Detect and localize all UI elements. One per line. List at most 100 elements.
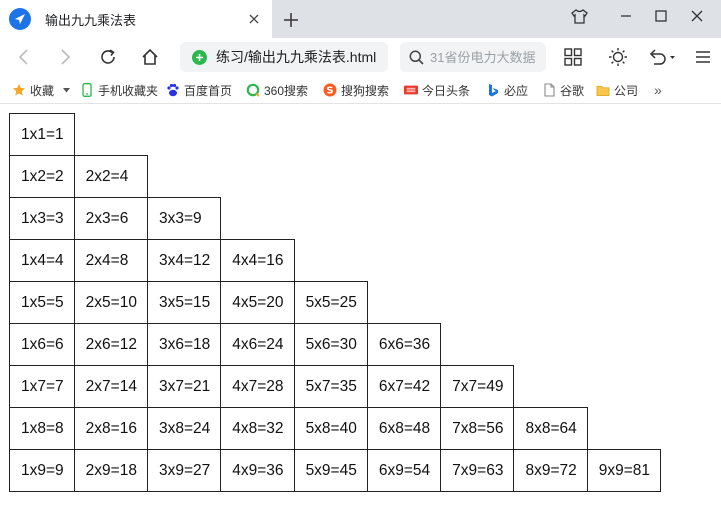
table-row: 1x1=1 bbox=[9, 113, 661, 156]
table-cell: 1x3=3 bbox=[9, 197, 75, 240]
bookmark-bing[interactable]: 必应 bbox=[486, 80, 528, 100]
grid-apps-icon[interactable] bbox=[560, 45, 586, 69]
empty-cell bbox=[74, 114, 147, 156]
empty-cell bbox=[367, 240, 440, 282]
empty-cell bbox=[514, 324, 587, 366]
empty-cell bbox=[441, 156, 514, 198]
table-row: 1x4=4 2x4=8 3x4=12 4x4=16 bbox=[9, 239, 661, 282]
table-cell: 8x9=72 bbox=[513, 449, 588, 492]
table-cell: 5x8=40 bbox=[293, 407, 368, 450]
empty-cell bbox=[367, 282, 440, 324]
maximize-icon[interactable] bbox=[647, 4, 675, 28]
bookmark-baidu[interactable]: 百度首页 bbox=[166, 80, 232, 100]
table-cell: 8x8=64 bbox=[513, 407, 588, 450]
empty-cell bbox=[221, 156, 294, 198]
empty-cell bbox=[294, 198, 367, 240]
baidu-paw-icon bbox=[166, 83, 180, 97]
empty-cell bbox=[294, 240, 367, 282]
brightness-icon[interactable] bbox=[605, 45, 631, 69]
bookmark-label: 搜狗搜索 bbox=[341, 83, 390, 98]
search-icon bbox=[409, 50, 424, 65]
table-cell: 3x8=24 bbox=[146, 407, 222, 450]
minimize-icon[interactable] bbox=[612, 4, 640, 28]
table-cell: 3x7=21 bbox=[146, 365, 222, 408]
table-row: 1x7=7 2x7=14 3x7=21 4x7=28 5x7=35 6x7=42 7x7=4… bbox=[9, 365, 661, 408]
empty-cell bbox=[514, 198, 587, 240]
table-cell: 4x8=32 bbox=[220, 407, 295, 450]
table-cell: 2x8=16 bbox=[73, 407, 148, 450]
bookmark-toutiao[interactable]: 今日头条 bbox=[404, 80, 470, 100]
search-input[interactable] bbox=[430, 49, 540, 65]
empty-cell bbox=[367, 114, 440, 156]
page-content: 1x1=1 1x2=2 2x2=4 1x3=3 2x3=6 3x3=9 1x4=4 2x4=8… bbox=[0, 105, 721, 512]
address-bar[interactable]: 练习/输出九九乘法表.html bbox=[180, 42, 388, 72]
table-cell: 2x3=6 bbox=[73, 197, 148, 240]
empty-cell bbox=[441, 240, 514, 282]
table-cell: 7x7=49 bbox=[440, 365, 515, 408]
tab-title: 输出九九乘法表 bbox=[45, 12, 137, 28]
table-row: 1x8=8 2x8=16 3x8=24 4x8=32 5x8=40 6x8=48 7x8=5… bbox=[9, 407, 661, 450]
bookmark-label: 谷歌 bbox=[560, 83, 585, 98]
table-cell: 5x9=45 bbox=[293, 449, 368, 492]
dropdown-arrow-icon[interactable] bbox=[63, 87, 71, 93]
bookmark-label: 百度首页 bbox=[184, 83, 233, 98]
empty-cell bbox=[587, 282, 660, 324]
bookmark-label: 手机收藏夹 bbox=[98, 83, 159, 98]
table-cell: 1x1=1 bbox=[9, 113, 75, 156]
bookmark-mobile-favorites[interactable]: 手机收藏夹 bbox=[80, 80, 158, 100]
close-window-icon[interactable] bbox=[683, 4, 711, 28]
table-cell: 6x9=54 bbox=[366, 449, 442, 492]
empty-cell bbox=[221, 114, 294, 156]
bookmark-label: 今日头条 bbox=[422, 83, 471, 98]
bookmarks-more-button[interactable]: » bbox=[654, 80, 662, 100]
empty-cell bbox=[587, 408, 660, 450]
table-row: 1x2=2 2x2=4 bbox=[9, 155, 661, 198]
empty-cell bbox=[221, 198, 294, 240]
table-cell: 5x7=35 bbox=[293, 365, 368, 408]
refresh-icon[interactable] bbox=[95, 45, 121, 69]
forward-icon[interactable] bbox=[52, 45, 78, 69]
new-tab-icon[interactable] bbox=[280, 9, 302, 31]
browser-tab[interactable]: 输出九九乘法表 bbox=[0, 0, 272, 38]
empty-cell bbox=[587, 156, 660, 198]
table-cell: 4x4=16 bbox=[220, 239, 295, 282]
empty-cell bbox=[587, 324, 660, 366]
table-cell: 1x8=8 bbox=[9, 407, 75, 450]
table-cell: 1x4=4 bbox=[9, 239, 75, 282]
empty-cell bbox=[147, 114, 220, 156]
home-icon[interactable] bbox=[137, 45, 163, 69]
search-box[interactable] bbox=[400, 42, 546, 72]
bookmark-google[interactable]: 谷歌 bbox=[542, 80, 584, 100]
empty-cell bbox=[441, 198, 514, 240]
title-bar: 输出九九乘法表 bbox=[0, 0, 721, 38]
table-cell: 2x7=14 bbox=[73, 365, 148, 408]
table-cell: 2x2=4 bbox=[73, 155, 148, 198]
bookmark-sogou[interactable]: S 搜狗搜索 bbox=[323, 80, 390, 100]
table-cell: 1x2=2 bbox=[9, 155, 75, 198]
back-icon[interactable] bbox=[11, 45, 37, 69]
table-cell: 3x4=12 bbox=[146, 239, 222, 282]
table-cell: 3x3=9 bbox=[146, 197, 222, 240]
empty-cell bbox=[441, 282, 514, 324]
bookmark-company[interactable]: 公司 bbox=[596, 80, 638, 100]
bookmark-favorites[interactable]: 收藏 bbox=[12, 80, 71, 100]
table-cell: 1x7=7 bbox=[9, 365, 75, 408]
undo-icon[interactable] bbox=[646, 45, 678, 69]
menu-icon[interactable] bbox=[690, 45, 716, 69]
table-cell: 5x6=30 bbox=[293, 323, 368, 366]
bookmark-360-search[interactable]: 360搜索 bbox=[246, 80, 310, 100]
page-icon bbox=[542, 83, 556, 97]
empty-cell bbox=[514, 114, 587, 156]
empty-cell bbox=[441, 114, 514, 156]
bing-icon bbox=[486, 83, 500, 97]
skin-shirt-icon[interactable] bbox=[565, 4, 593, 28]
table-cell: 4x6=24 bbox=[220, 323, 295, 366]
table-cell: 4x7=28 bbox=[220, 365, 295, 408]
empty-cell bbox=[587, 114, 660, 156]
table-row: 1x6=6 2x6=12 3x6=18 4x6=24 5x6=30 6x6=36 bbox=[9, 323, 661, 366]
empty-cell bbox=[514, 366, 587, 408]
empty-cell bbox=[367, 156, 440, 198]
close-tab-icon[interactable] bbox=[244, 9, 264, 29]
empty-cell bbox=[147, 156, 220, 198]
bookmark-label: 必应 bbox=[504, 83, 529, 98]
